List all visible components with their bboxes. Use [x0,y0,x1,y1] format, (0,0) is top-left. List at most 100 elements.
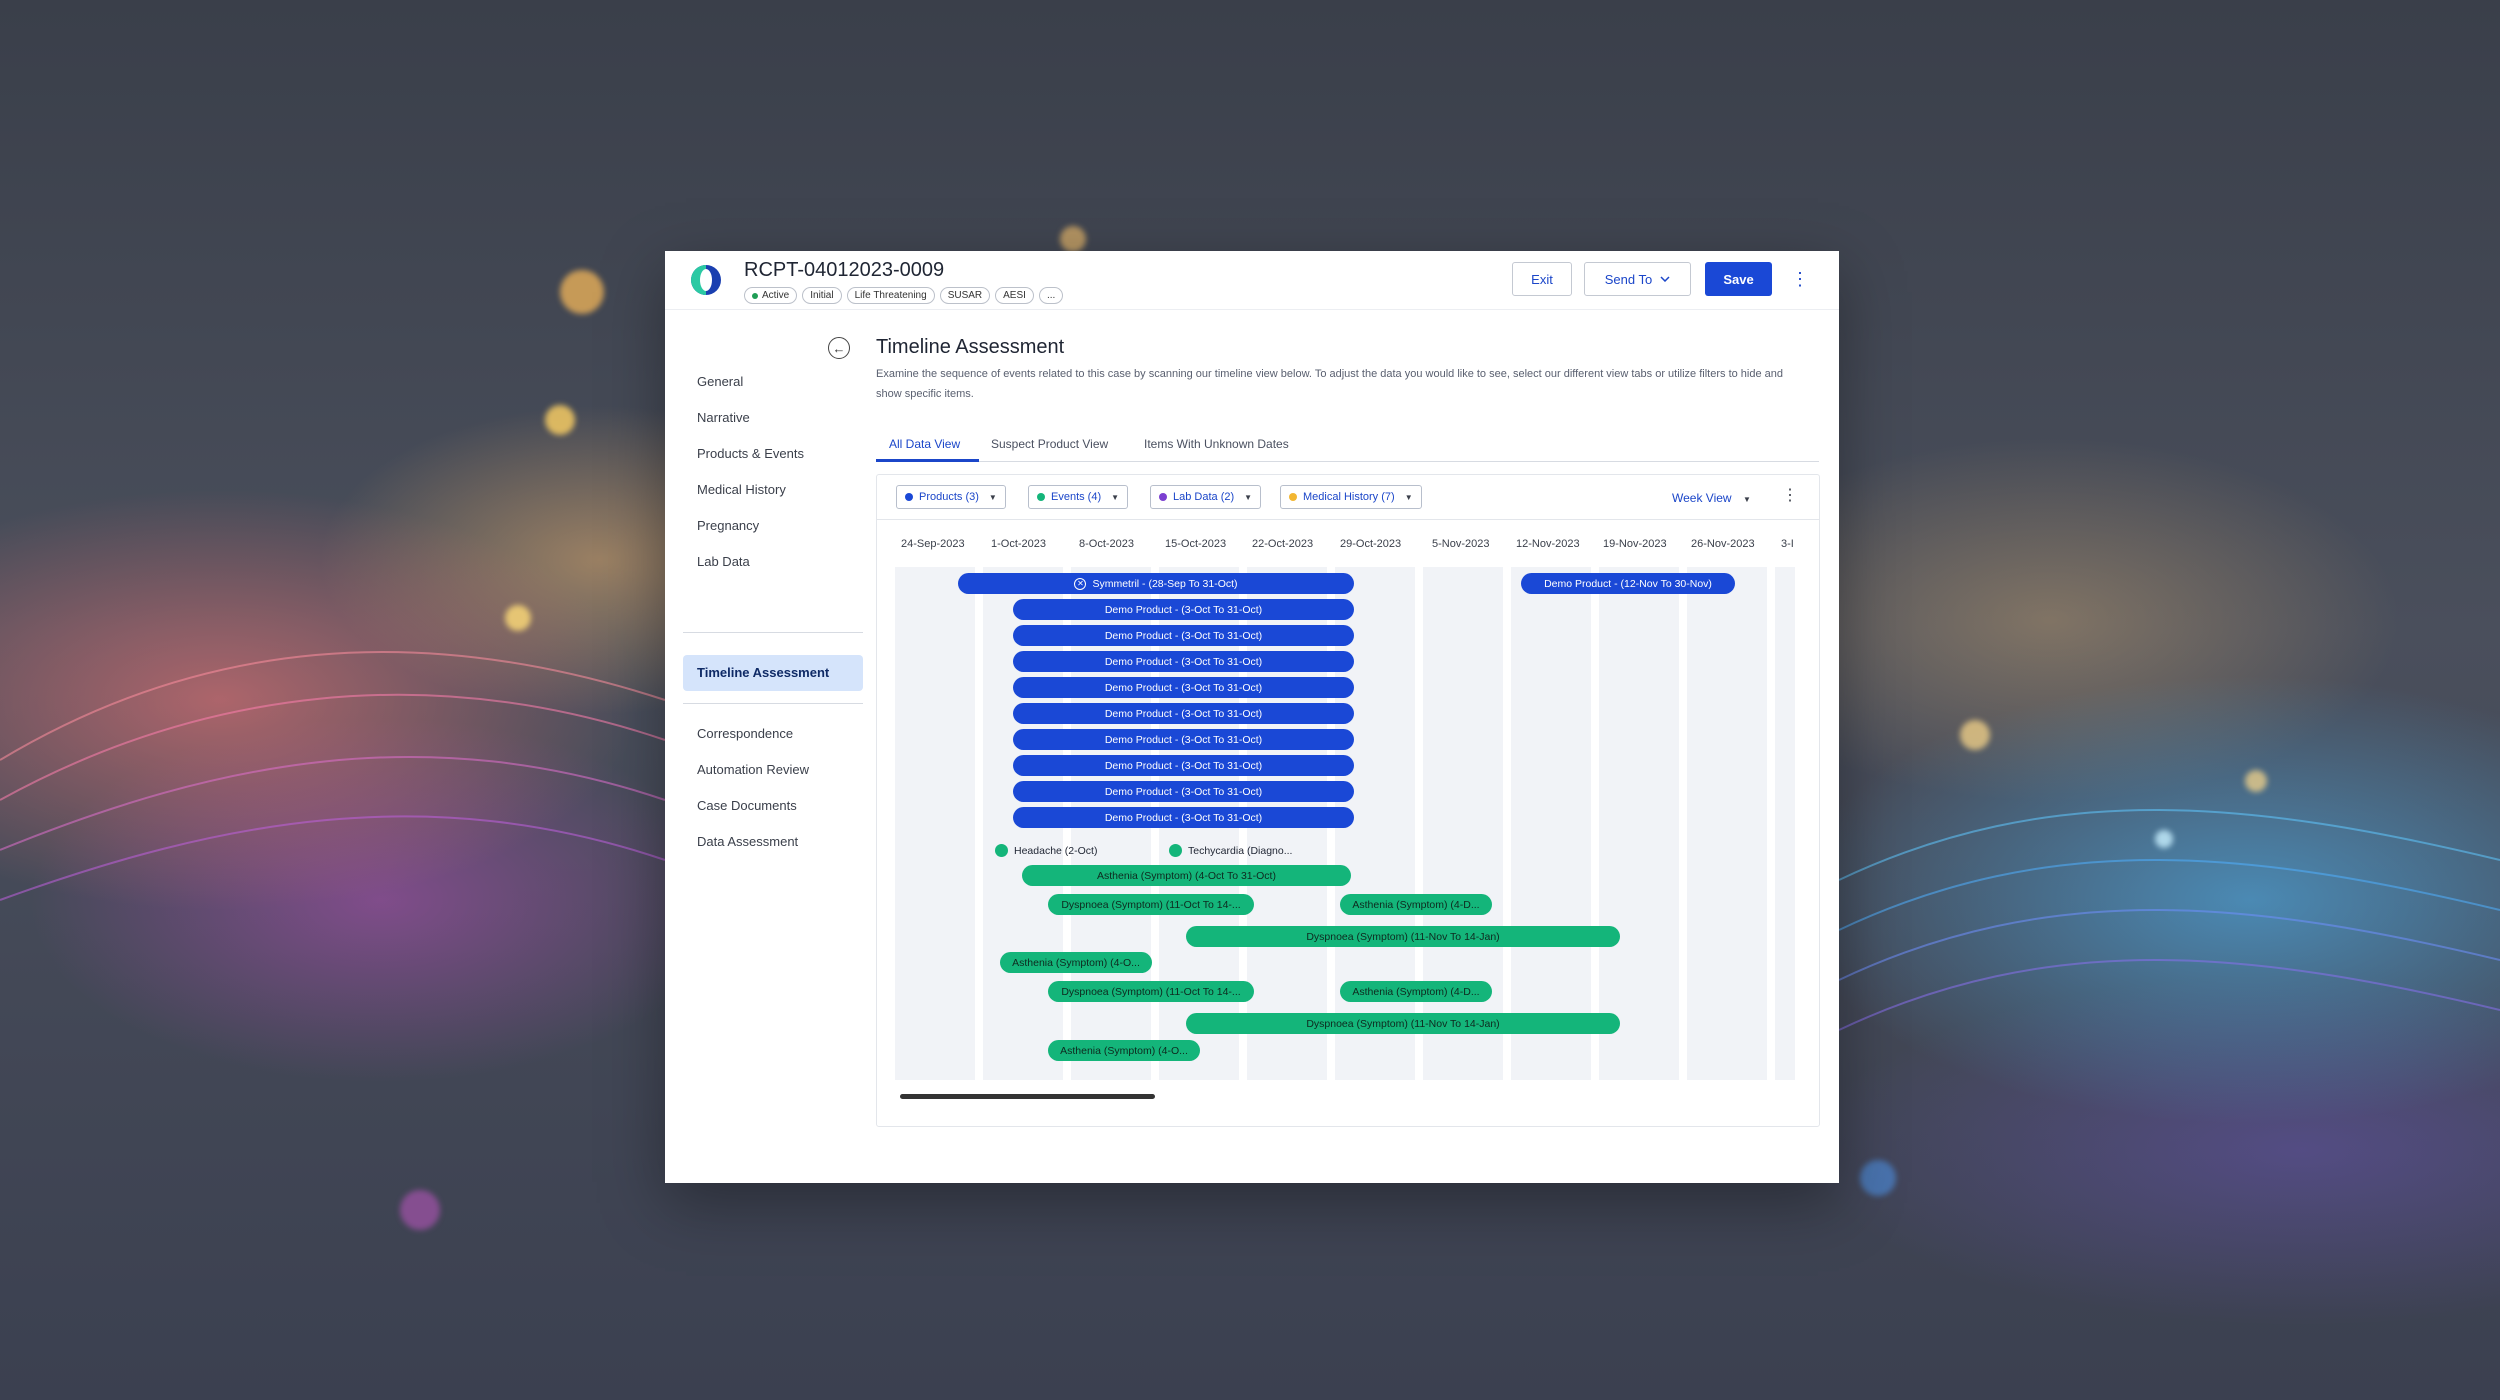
send-to-button[interactable]: Send To [1584,262,1691,296]
caret-down-icon: ▼ [1742,495,1751,504]
product-bar[interactable]: Demo Product - (3-Oct To 31-Oct) [1013,807,1354,828]
timeline-panel: Products (3) ▼ Events (4) ▼ Lab Data (2)… [876,474,1820,1127]
view-tabs: All Data View Suspect Product View Items… [876,427,1819,462]
background-bokeh [505,605,531,631]
date-header: 8-Oct-2023 [1079,538,1135,550]
product-bar[interactable]: Demo Product - (3-Oct To 31-Oct) [1013,651,1354,672]
tag-label: Active [762,290,790,301]
event-point[interactable]: Techycardia (Diagno... [1169,844,1292,857]
sidebar-item-data-assessment[interactable]: Data Assessment [697,834,798,849]
sidebar-item-lab-data[interactable]: Lab Data [697,554,750,569]
event-bar[interactable]: Dyspnoea (Symptom) (11-Nov To 14-Jan) [1186,926,1620,947]
sidebar-item-general[interactable]: General [697,374,743,389]
tab-items-unknown-dates[interactable]: Items With Unknown Dates [1144,437,1289,451]
product-bar[interactable]: Demo Product - (3-Oct To 31-Oct) [1013,677,1354,698]
tag-more-button[interactable]: ... [1038,287,1064,304]
product-bar[interactable]: Demo Product - (3-Oct To 31-Oct) [1013,729,1354,750]
caret-down-icon: ▼ [1404,492,1413,502]
send-to-label: Send To [1604,271,1653,287]
week-column [895,567,975,1080]
event-bar[interactable]: Asthenia (Symptom) (4-Oct To 31-Oct) [1022,865,1351,886]
status-dot-icon [752,292,758,299]
tab-all-data-view[interactable]: All Data View [889,437,960,451]
sidebar-divider [683,703,863,704]
tag-initial: Initial [802,287,842,304]
tab-suspect-product-view[interactable]: Suspect Product View [991,437,1108,451]
product-bar[interactable]: Demo Product - (3-Oct To 31-Oct) [1013,625,1354,646]
case-tags: Active Initial Life Threatening SUSAR AE… [744,287,1064,304]
caret-down-icon: ▼ [1244,492,1253,502]
filter-medical-history[interactable]: Medical History (7) ▼ [1280,485,1422,509]
back-arrow-icon[interactable]: ← [828,337,850,359]
product-bar[interactable]: Demo Product - (3-Oct To 31-Oct) [1013,703,1354,724]
date-header: 5-Nov-2023 [1432,538,1490,550]
sidebar-item-case-documents[interactable]: Case Documents [697,798,797,813]
filter-products[interactable]: Products (3) ▼ [896,485,1006,509]
filter-lab-data[interactable]: Lab Data (2) ▼ [1150,485,1262,509]
case-id: RCPT-04012023-0009 [744,259,945,281]
sidebar-item-pregnancy[interactable]: Pregnancy [697,518,759,533]
bar-label: Symmetril - (28-Sep To 31-Oct) [1092,577,1238,590]
event-bar[interactable]: Dyspnoea (Symptom) (11-Oct To 14-... [1048,981,1254,1002]
chevron-down-icon [1660,276,1670,282]
background-bokeh [1060,226,1086,252]
date-header: 12-Nov-2023 [1516,538,1580,550]
product-bar[interactable]: Demo Product - (3-Oct To 31-Oct) [1013,781,1354,802]
date-header: 15-Oct-2023 [1165,538,1227,550]
date-header: 29-Oct-2023 [1340,538,1402,550]
horizontal-scrollbar[interactable] [900,1094,1155,1099]
events-dot-icon [1037,493,1045,501]
event-bar[interactable]: Asthenia (Symptom) (4-D... [1340,894,1492,915]
sidebar-item-narrative[interactable]: Narrative [697,410,750,425]
top-bar: RCPT-04012023-0009 Active Initial Life T… [665,251,1839,310]
date-header: 24-Sep-2023 [901,538,965,550]
background-bokeh [560,270,604,314]
filter-label: Events (4) [1051,491,1102,503]
event-bar[interactable]: Asthenia (Symptom) (4-O... [1000,952,1152,973]
tag-life-threatening: Life Threatening [846,287,935,304]
sidebar-item-products-events[interactable]: Products & Events [697,446,804,461]
sidebar-item-automation-review[interactable]: Automation Review [697,762,809,777]
event-dot-icon [1169,844,1182,857]
week-column [1423,567,1503,1080]
filter-events[interactable]: Events (4) ▼ [1028,485,1129,509]
sidebar: ← General Narrative Products & Events Me… [665,310,870,1183]
product-bar[interactable]: Demo Product - (3-Oct To 31-Oct) [1013,599,1354,620]
product-bar[interactable]: Demo Product - (12-Nov To 30-Nov) [1521,573,1735,594]
event-bar[interactable]: Dyspnoea (Symptom) (11-Oct To 14-... [1048,894,1254,915]
sidebar-divider [683,632,863,633]
filter-label: Products (3) [919,491,979,503]
background-bokeh [2245,770,2267,792]
more-options-icon[interactable]: ⋮ [1791,269,1809,291]
filter-label: Medical History (7) [1303,491,1395,503]
event-bar[interactable]: Asthenia (Symptom) (4-O... [1048,1040,1200,1061]
product-bar[interactable]: ✕ Symmetril - (28-Sep To 31-Oct) [958,573,1354,594]
event-point[interactable]: Headache (2-Oct) [995,844,1097,857]
panel-more-options-icon[interactable]: ⋮ [1782,485,1798,505]
product-bar[interactable]: Demo Product - (3-Oct To 31-Oct) [1013,755,1354,776]
week-column [1775,567,1795,1080]
caret-down-icon: ▼ [988,492,997,502]
tag-active: Active [744,287,798,304]
exit-button[interactable]: Exit [1512,262,1572,296]
background-bokeh [1960,720,1990,750]
background-bokeh [545,405,575,435]
app-window: RCPT-04012023-0009 Active Initial Life T… [665,251,1839,1183]
sidebar-item-medical-history[interactable]: Medical History [697,482,786,497]
info-icon: ✕ [1074,577,1087,590]
tag-susar: SUSAR [939,287,991,304]
save-button[interactable]: Save [1705,262,1772,296]
event-bar[interactable]: Dyspnoea (Symptom) (11-Nov To 14-Jan) [1186,1013,1620,1034]
event-bar[interactable]: Asthenia (Symptom) (4-D... [1340,981,1492,1002]
background-bokeh [400,1190,440,1230]
week-column [1511,567,1591,1080]
date-header: 3-I [1781,538,1794,550]
filter-label: Lab Data (2) [1173,491,1235,503]
week-view-label: Week View [1672,491,1732,505]
background-bokeh [1860,1160,1896,1196]
event-dot-icon [995,844,1008,857]
week-view-select[interactable]: Week View ▼ [1672,491,1751,505]
sidebar-item-correspondence[interactable]: Correspondence [697,726,793,741]
week-column [1599,567,1679,1080]
timeline-chart: 24-Sep-2023 1-Oct-2023 8-Oct-2023 15-Oct… [895,533,1795,1093]
